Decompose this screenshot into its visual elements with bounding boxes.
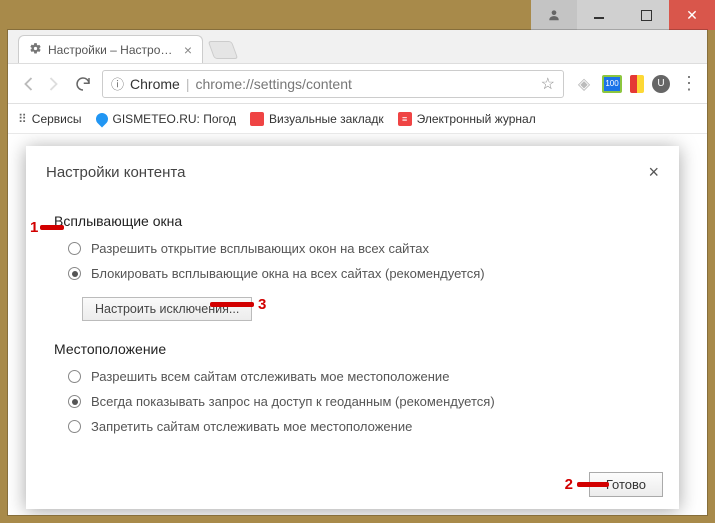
browser-tab[interactable]: Настройки – Настройки × bbox=[18, 35, 203, 63]
user-button[interactable] bbox=[531, 0, 577, 30]
radio-popups-block[interactable]: Блокировать всплывающие окна на всех сай… bbox=[68, 266, 673, 281]
address-scheme: Chrome bbox=[130, 76, 180, 92]
journal-icon: ≡ bbox=[398, 112, 412, 126]
bookmarks-bar: ⠿ Сервисы GISMETEO.RU: Погод Визуальные … bbox=[8, 104, 707, 134]
radio-icon bbox=[68, 242, 81, 255]
radio-icon bbox=[68, 370, 81, 383]
tab-close-icon[interactable]: × bbox=[184, 42, 192, 58]
section-location-heading: Местоположение bbox=[54, 341, 673, 357]
dialog-footer: Готово bbox=[26, 464, 679, 509]
tab-strip: Настройки – Настройки × bbox=[8, 30, 707, 64]
site-info-icon[interactable]: ⓘ bbox=[111, 74, 124, 93]
tab-title: Настройки – Настройки bbox=[48, 43, 178, 57]
extensions: ◈ 100 U bbox=[574, 75, 670, 93]
content-settings-dialog: Настройки контента × Всплывающие окна Ра… bbox=[26, 146, 679, 509]
maximize-button[interactable] bbox=[623, 0, 669, 30]
apps-shortcut[interactable]: ⠿ Сервисы bbox=[18, 112, 82, 126]
pocket-icon bbox=[250, 112, 264, 126]
bookmark-item[interactable]: GISMETEO.RU: Погод bbox=[96, 112, 237, 126]
window-close-button[interactable]: ✕ bbox=[669, 0, 715, 30]
radio-icon bbox=[68, 267, 81, 280]
dialog-header: Настройки контента × bbox=[26, 146, 679, 195]
address-bar[interactable]: ⓘ Chrome | chrome://settings/content ☆ bbox=[102, 70, 564, 98]
radio-location-block[interactable]: Запретить сайтам отслеживать мое местопо… bbox=[68, 419, 673, 434]
forward-button[interactable] bbox=[46, 75, 64, 93]
back-button[interactable] bbox=[18, 75, 36, 93]
toolbar: ⓘ Chrome | chrome://settings/content ☆ ◈… bbox=[8, 64, 707, 104]
dialog-close-button[interactable]: × bbox=[648, 162, 659, 183]
dialog-title: Настройки контента bbox=[46, 164, 185, 181]
done-button[interactable]: Готово bbox=[589, 472, 663, 497]
minimize-button[interactable] bbox=[577, 0, 623, 30]
gear-icon bbox=[29, 42, 42, 58]
chrome-menu-button[interactable]: ⋮ bbox=[680, 73, 697, 94]
droplet-icon bbox=[93, 110, 110, 127]
radio-icon bbox=[68, 395, 81, 408]
apps-icon: ⠿ bbox=[18, 112, 27, 126]
bookmark-flag-icon[interactable] bbox=[630, 75, 644, 93]
radio-popups-allow[interactable]: Разрешить открытие всплывающих окон на в… bbox=[68, 241, 673, 256]
section-popups-heading: Всплывающие окна bbox=[54, 213, 673, 229]
extension-badge[interactable]: 100 bbox=[602, 75, 622, 93]
page-content: Настройки контента × Всплывающие окна Ра… bbox=[8, 134, 707, 515]
shield-icon[interactable]: ◈ bbox=[574, 75, 594, 93]
ublock-icon[interactable]: U bbox=[652, 75, 670, 93]
radio-location-allow[interactable]: Разрешить всем сайтам отслеживать мое ме… bbox=[68, 369, 673, 384]
new-tab-button[interactable] bbox=[208, 41, 239, 59]
reload-button[interactable] bbox=[74, 75, 92, 93]
window-titlebar: ✕ bbox=[0, 0, 715, 30]
radio-location-ask[interactable]: Всегда показывать запрос на доступ к гео… bbox=[68, 394, 673, 409]
bookmark-star-icon[interactable]: ☆ bbox=[541, 74, 555, 94]
radio-icon bbox=[68, 420, 81, 433]
bookmark-item[interactable]: Визуальные закладк bbox=[250, 112, 384, 126]
modal-overlay: Настройки контента × Всплывающие окна Ра… bbox=[8, 134, 707, 515]
browser-window: Настройки – Настройки × ⓘ Chrome | chrom… bbox=[8, 30, 707, 515]
dialog-body[interactable]: Всплывающие окна Разрешить открытие вспл… bbox=[26, 195, 679, 464]
popups-exceptions-button[interactable]: Настроить исключения... bbox=[82, 297, 252, 321]
bookmark-item[interactable]: ≡ Электронный журнал bbox=[398, 112, 536, 126]
address-url: chrome://settings/content bbox=[195, 76, 351, 92]
